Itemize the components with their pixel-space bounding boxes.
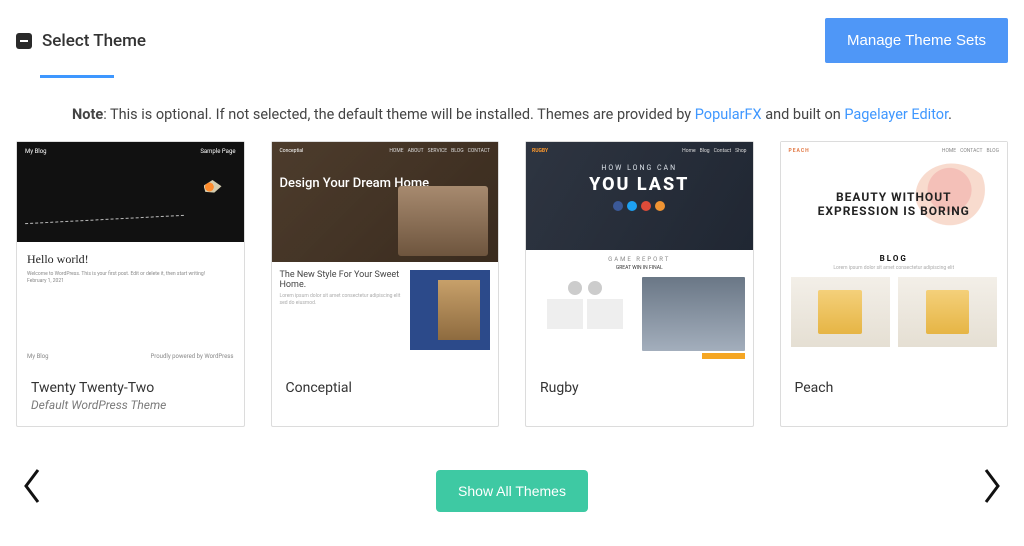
theme-title: Peach — [795, 380, 994, 396]
section-title: Select Theme — [42, 31, 146, 51]
preview-footer-left: My Blog — [27, 353, 49, 360]
theme-cards: My Blog Sample Page Hello world! Welcome… — [0, 141, 1024, 427]
preview-subheading: The New Style For Your Sweet Home. — [280, 270, 403, 290]
theme-thumbnail: Conceptial HOMEABOUTSERVICEBLOGCONTACT D… — [272, 142, 499, 370]
preview-headline-2: EXPRESSION IS BORING — [818, 204, 970, 218]
facebook-icon — [613, 201, 623, 211]
preview-product-2 — [898, 277, 997, 347]
google-plus-icon — [641, 201, 651, 211]
theme-thumbnail: My Blog Sample Page Hello world! Welcome… — [17, 142, 244, 370]
theme-title: Conceptial — [286, 380, 485, 396]
popularfx-link[interactable]: PopularFX — [695, 106, 762, 123]
twitter-icon — [627, 201, 637, 211]
preview-brand: PEACH — [789, 148, 810, 154]
active-tab-underline — [40, 75, 114, 78]
preview-nav: HOMEABOUTSERVICEBLOGCONTACT — [385, 148, 490, 154]
preview-heading: Hello world! — [27, 252, 234, 267]
instagram-icon — [655, 201, 665, 211]
note-part2: and built on — [762, 106, 845, 123]
theme-title: Twenty Twenty-Two — [31, 380, 230, 396]
preview-stats — [534, 277, 636, 351]
preview-brand: My Blog — [25, 148, 47, 155]
preview-nav-item: Sample Page — [200, 148, 235, 155]
bird-icon — [204, 180, 222, 194]
preview-photo — [398, 186, 488, 256]
theme-subtitle: Default WordPress Theme — [31, 398, 230, 412]
preview-kicker: HOW LONG CAN — [532, 164, 747, 172]
pagelayer-link[interactable]: Pagelayer Editor — [844, 106, 948, 123]
preview-footer-right: Proudly powered by WordPress — [151, 353, 234, 360]
header-left: Select Theme — [16, 31, 146, 51]
preview-nav: HOMECONTACTBLOG — [938, 148, 999, 154]
note-bold: Note — [72, 106, 103, 123]
theme-caption: Conceptial — [272, 370, 499, 412]
preview-brand: Conceptial — [280, 148, 304, 154]
theme-title: Rugby — [540, 380, 739, 396]
preview-nav: HomeBlogContactShop — [678, 148, 746, 154]
theme-caption: Twenty Twenty-Two Default WordPress Them… — [17, 370, 244, 426]
preview-interior-photo — [410, 270, 490, 350]
preview-social-icons — [532, 201, 747, 211]
preview-subline: GREAT WIN IN FINAL — [534, 265, 745, 271]
preview-product-1 — [791, 277, 890, 347]
theme-caption: Rugby — [526, 370, 753, 412]
preview-accent-bar — [702, 353, 744, 359]
preview-lorem: Lorem ipsum dolor sit amet consectetur a… — [280, 293, 403, 306]
manage-theme-sets-button[interactable]: Manage Theme Sets — [825, 18, 1008, 63]
header: Select Theme Manage Theme Sets — [0, 0, 1024, 63]
note-part1: : This is optional. If not selected, the… — [103, 106, 695, 123]
preview-section: GAME REPORT — [534, 256, 745, 263]
decorative-dash — [25, 215, 183, 224]
theme-card-rugby[interactable]: RUGBY HomeBlogContactShop HOW LONG CAN Y… — [525, 141, 754, 427]
theme-thumbnail: RUGBY HomeBlogContactShop HOW LONG CAN Y… — [526, 142, 753, 370]
bottom-controls: Show All Themes — [0, 470, 1024, 512]
theme-card-twenty-twenty-two[interactable]: My Blog Sample Page Hello world! Welcome… — [16, 141, 245, 427]
theme-card-peach[interactable]: PEACH HOMECONTACTBLOG BEAUTY WITHOUT EXP… — [780, 141, 1009, 427]
note-part3: . — [948, 106, 952, 123]
collapse-icon[interactable] — [16, 33, 32, 49]
preview-products — [781, 271, 1008, 353]
show-all-themes-button[interactable]: Show All Themes — [436, 470, 588, 512]
preview-headline-1: BEAUTY WITHOUT — [836, 190, 952, 204]
theme-caption: Peach — [781, 370, 1008, 412]
preview-match-photo — [642, 277, 744, 351]
preview-headline: YOU LAST — [532, 174, 747, 195]
preview-section: BLOG — [781, 254, 1008, 263]
note-text: Note: This is optional. If not selected,… — [16, 106, 1008, 123]
theme-card-conceptial[interactable]: Conceptial HOMEABOUTSERVICEBLOGCONTACT D… — [271, 141, 500, 427]
theme-thumbnail: PEACH HOMECONTACTBLOG BEAUTY WITHOUT EXP… — [781, 142, 1008, 370]
preview-brand: RUGBY — [532, 148, 548, 154]
preview-date: February 1, 2021 — [27, 278, 234, 285]
